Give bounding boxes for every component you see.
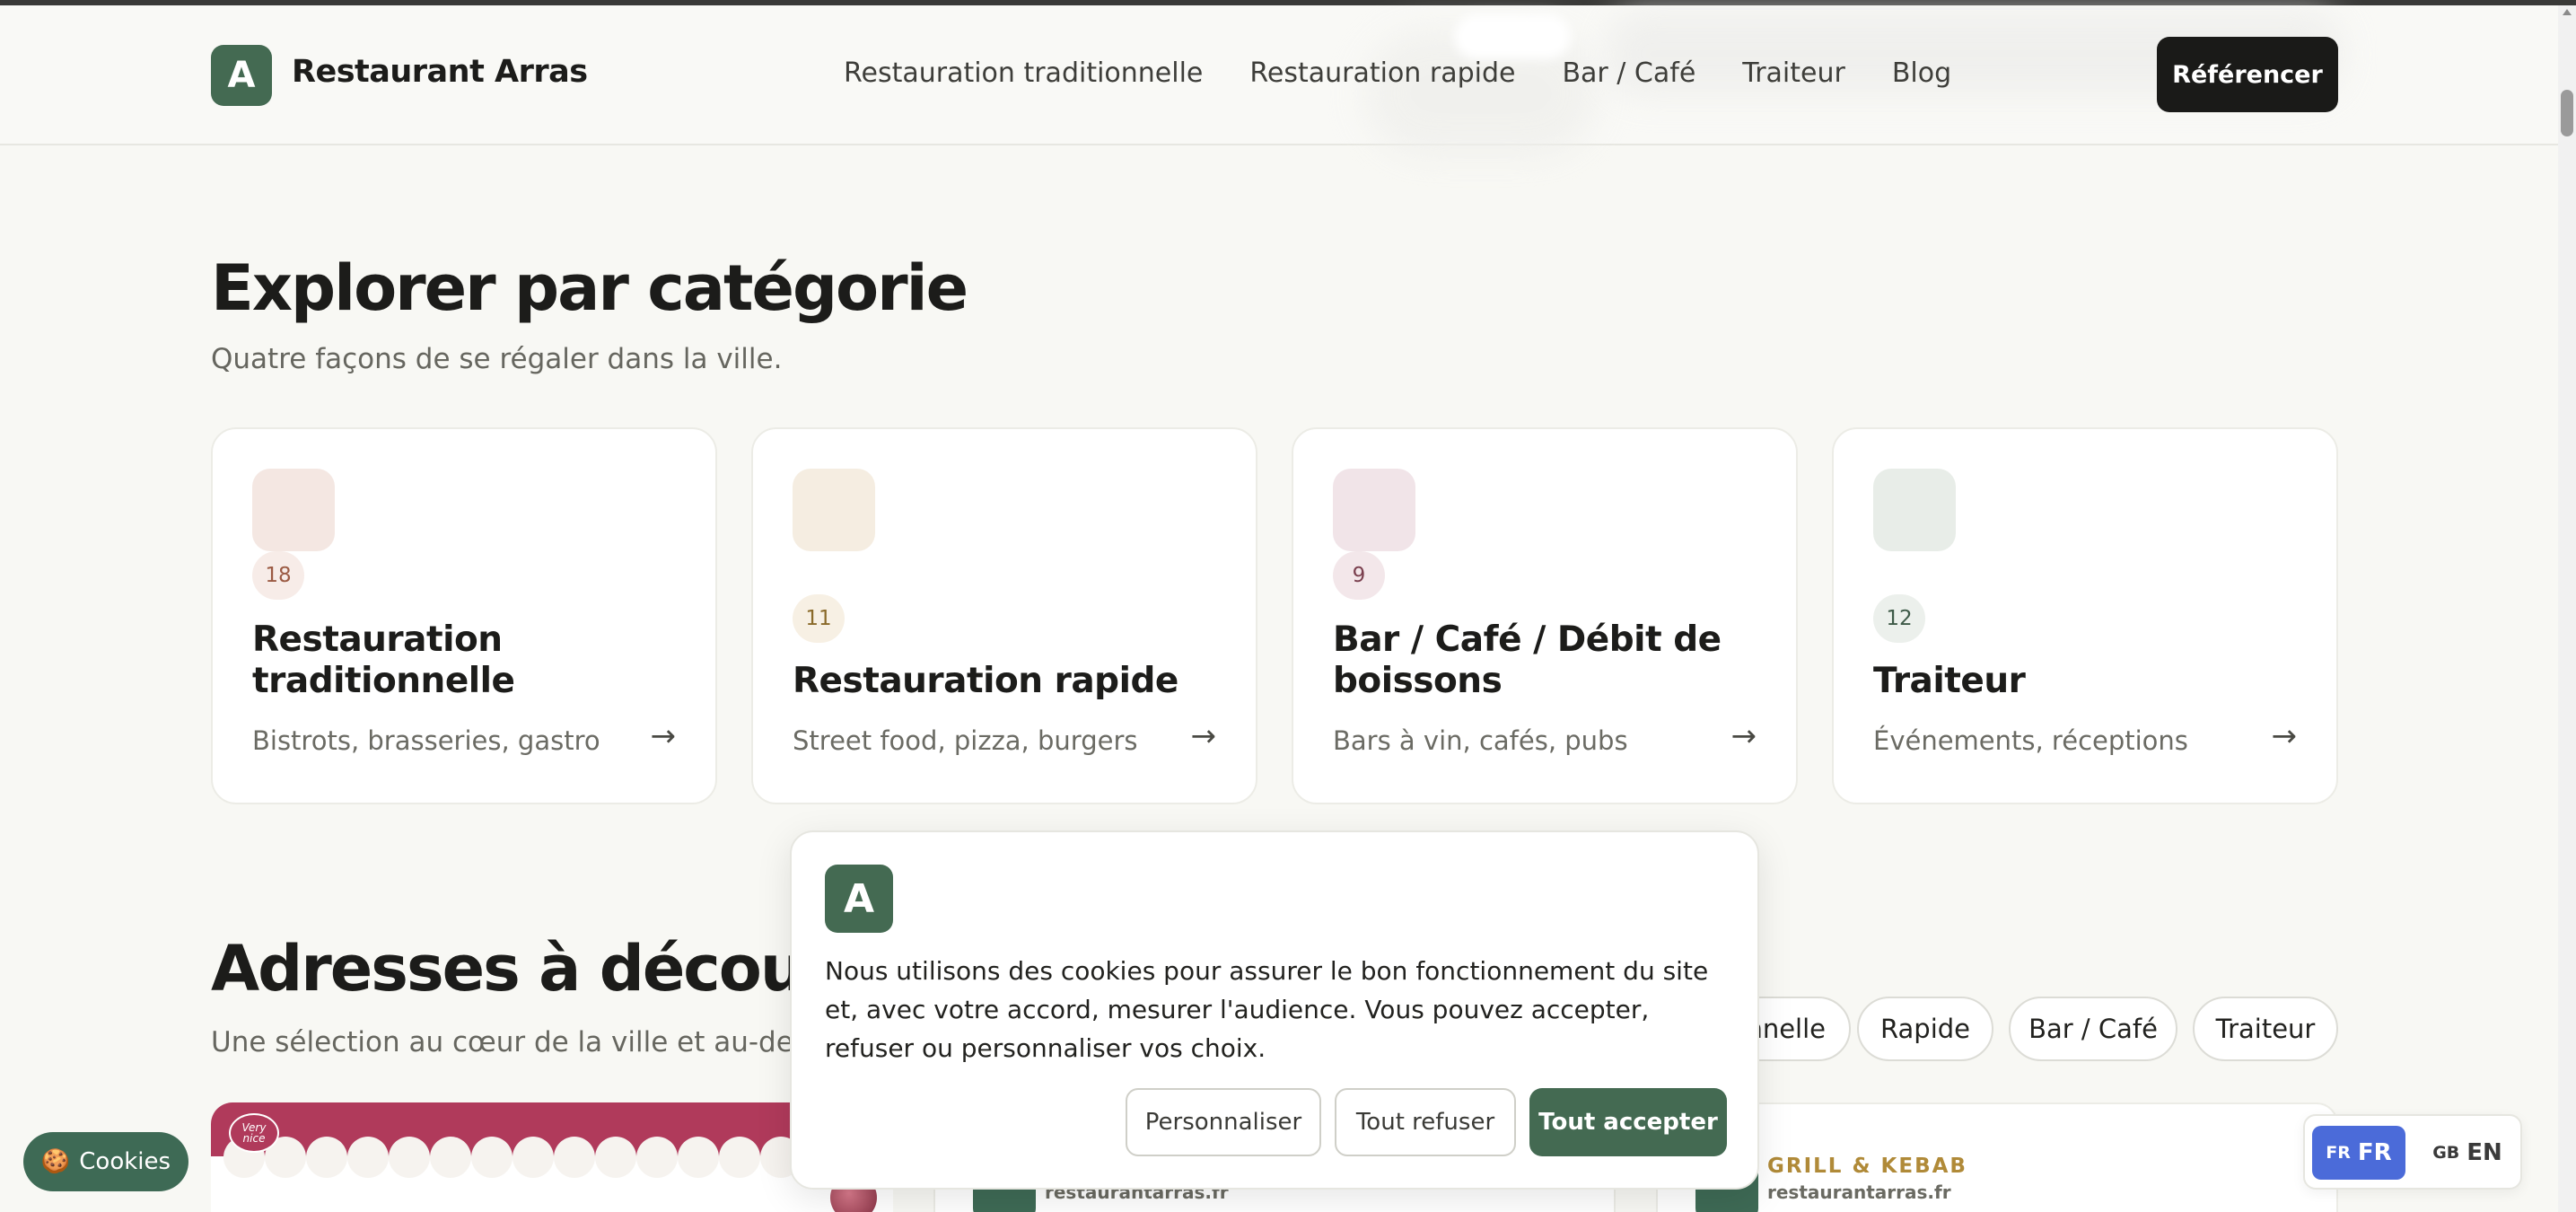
banner-scallop bbox=[636, 1137, 678, 1178]
scroll-up-arrow-icon[interactable] bbox=[2563, 9, 2572, 15]
banner-scallop bbox=[678, 1137, 719, 1178]
category-card-restauration-traditionnelle[interactable]: 18 Restauration traditionnelle Bistrots,… bbox=[211, 427, 717, 804]
banner-scallop bbox=[513, 1137, 554, 1178]
category-icon bbox=[252, 469, 335, 551]
category-count-badge: 9 bbox=[1333, 551, 1385, 600]
category-title: Restauration traditionnelle bbox=[252, 619, 515, 701]
filter-bar-cafe[interactable]: Bar / Café bbox=[2009, 997, 2177, 1061]
category-icon bbox=[1873, 469, 1956, 551]
banner-scallop bbox=[430, 1137, 471, 1178]
category-count-badge: 12 bbox=[1873, 594, 1925, 643]
arrow-right-icon: → bbox=[1190, 718, 1217, 754]
arrow-right-icon: → bbox=[2271, 718, 2298, 754]
referencer-button[interactable]: Référencer bbox=[2157, 37, 2338, 112]
category-icon bbox=[1333, 469, 1415, 551]
cookie-message: Nous utilisons des cookies pour assurer … bbox=[825, 956, 1709, 1063]
site-logo: A bbox=[825, 865, 893, 933]
nav-link-bar-cafe[interactable]: Bar / Café bbox=[1562, 57, 1695, 89]
nav-link-restauration-traditionnelle[interactable]: Restauration traditionnelle bbox=[844, 57, 1203, 89]
arrow-right-icon: → bbox=[1730, 718, 1757, 754]
language-option-en[interactable]: GB EN bbox=[2420, 1126, 2515, 1180]
category-description: Événements, réceptions bbox=[1873, 725, 2188, 756]
flag-fr-icon: FR bbox=[2326, 1143, 2351, 1163]
nav-link-restauration-rapide[interactable]: Restauration rapide bbox=[1249, 57, 1515, 89]
refuse-all-cookies-button[interactable]: Tout refuser bbox=[1335, 1088, 1516, 1156]
cookies-button-label: Cookies bbox=[79, 1148, 171, 1175]
categories-heading: Explorer par catégorie bbox=[211, 251, 968, 325]
banner-scallop bbox=[554, 1137, 595, 1178]
restaurant-tag: GRILL & KEBAB bbox=[1767, 1155, 1967, 1178]
banner-scallop bbox=[347, 1137, 389, 1178]
category-description: Bistrots, brasseries, gastro bbox=[252, 725, 600, 756]
language-switcher: FR FR GB EN bbox=[2303, 1114, 2522, 1190]
category-description: Street food, pizza, burgers bbox=[793, 725, 1138, 756]
restaurant-logo-badge: Very nice bbox=[229, 1113, 279, 1153]
cookies-settings-button[interactable]: 🍪 Cookies bbox=[23, 1132, 188, 1191]
category-description: Bars à vin, cafés, pubs bbox=[1333, 725, 1628, 756]
accept-all-cookies-button[interactable]: Tout accepter bbox=[1529, 1088, 1727, 1156]
banner-scallop bbox=[595, 1137, 636, 1178]
category-title: Restauration rapide bbox=[793, 661, 1178, 701]
cookie-consent-dialog: A Nous utilisons des cookies pour assure… bbox=[790, 830, 1759, 1190]
blurred-background-shape bbox=[1454, 14, 1571, 59]
addresses-subtitle: Une sélection au cœur de la ville et au-… bbox=[211, 1026, 828, 1058]
language-option-fr[interactable]: FR FR bbox=[2312, 1126, 2405, 1180]
category-icon bbox=[793, 469, 875, 551]
site-name[interactable]: Restaurant Arras bbox=[292, 54, 588, 90]
banner-scallop bbox=[471, 1137, 513, 1178]
scrollbar-thumb[interactable] bbox=[2561, 90, 2573, 136]
category-card-traiteur[interactable]: 12 Traiteur Événements, réceptions → bbox=[1832, 427, 2338, 804]
categories-subtitle: Quatre façons de se régaler dans la vill… bbox=[211, 343, 783, 375]
filter-traiteur[interactable]: Traiteur bbox=[2193, 997, 2338, 1061]
category-title: Bar / Café / Débit de boissons bbox=[1333, 619, 1722, 701]
category-card-restauration-rapide[interactable]: 11 Restauration rapide Street food, pizz… bbox=[751, 427, 1257, 804]
arrow-right-icon: → bbox=[650, 718, 677, 754]
category-count-badge: 18 bbox=[252, 551, 304, 600]
flag-gb-icon: GB bbox=[2432, 1143, 2460, 1163]
restaurant-domain: restaurantarras.fr bbox=[1767, 1181, 1951, 1203]
language-code: EN bbox=[2466, 1139, 2502, 1166]
banner-scallop bbox=[306, 1137, 347, 1178]
cookie-icon: 🍪 bbox=[40, 1148, 71, 1175]
main-nav: Restauration traditionnelle Restauration… bbox=[844, 57, 1951, 89]
category-card-bar-cafe[interactable]: 9 Bar / Café / Débit de boissons Bars à … bbox=[1292, 427, 1798, 804]
filter-rapide[interactable]: Rapide bbox=[1857, 997, 1993, 1061]
nav-link-blog[interactable]: Blog bbox=[1892, 57, 1951, 89]
banner-scallop bbox=[719, 1137, 760, 1178]
banner-scallop bbox=[389, 1137, 430, 1178]
customize-cookies-button[interactable]: Personnaliser bbox=[1126, 1088, 1321, 1156]
language-code: FR bbox=[2357, 1139, 2392, 1166]
nav-link-traiteur[interactable]: Traiteur bbox=[1742, 57, 1845, 89]
page-scrollbar[interactable] bbox=[2558, 5, 2576, 1212]
category-count-badge: 11 bbox=[793, 594, 845, 643]
category-title: Traiteur bbox=[1873, 661, 2026, 701]
site-logo[interactable]: A bbox=[211, 45, 272, 106]
